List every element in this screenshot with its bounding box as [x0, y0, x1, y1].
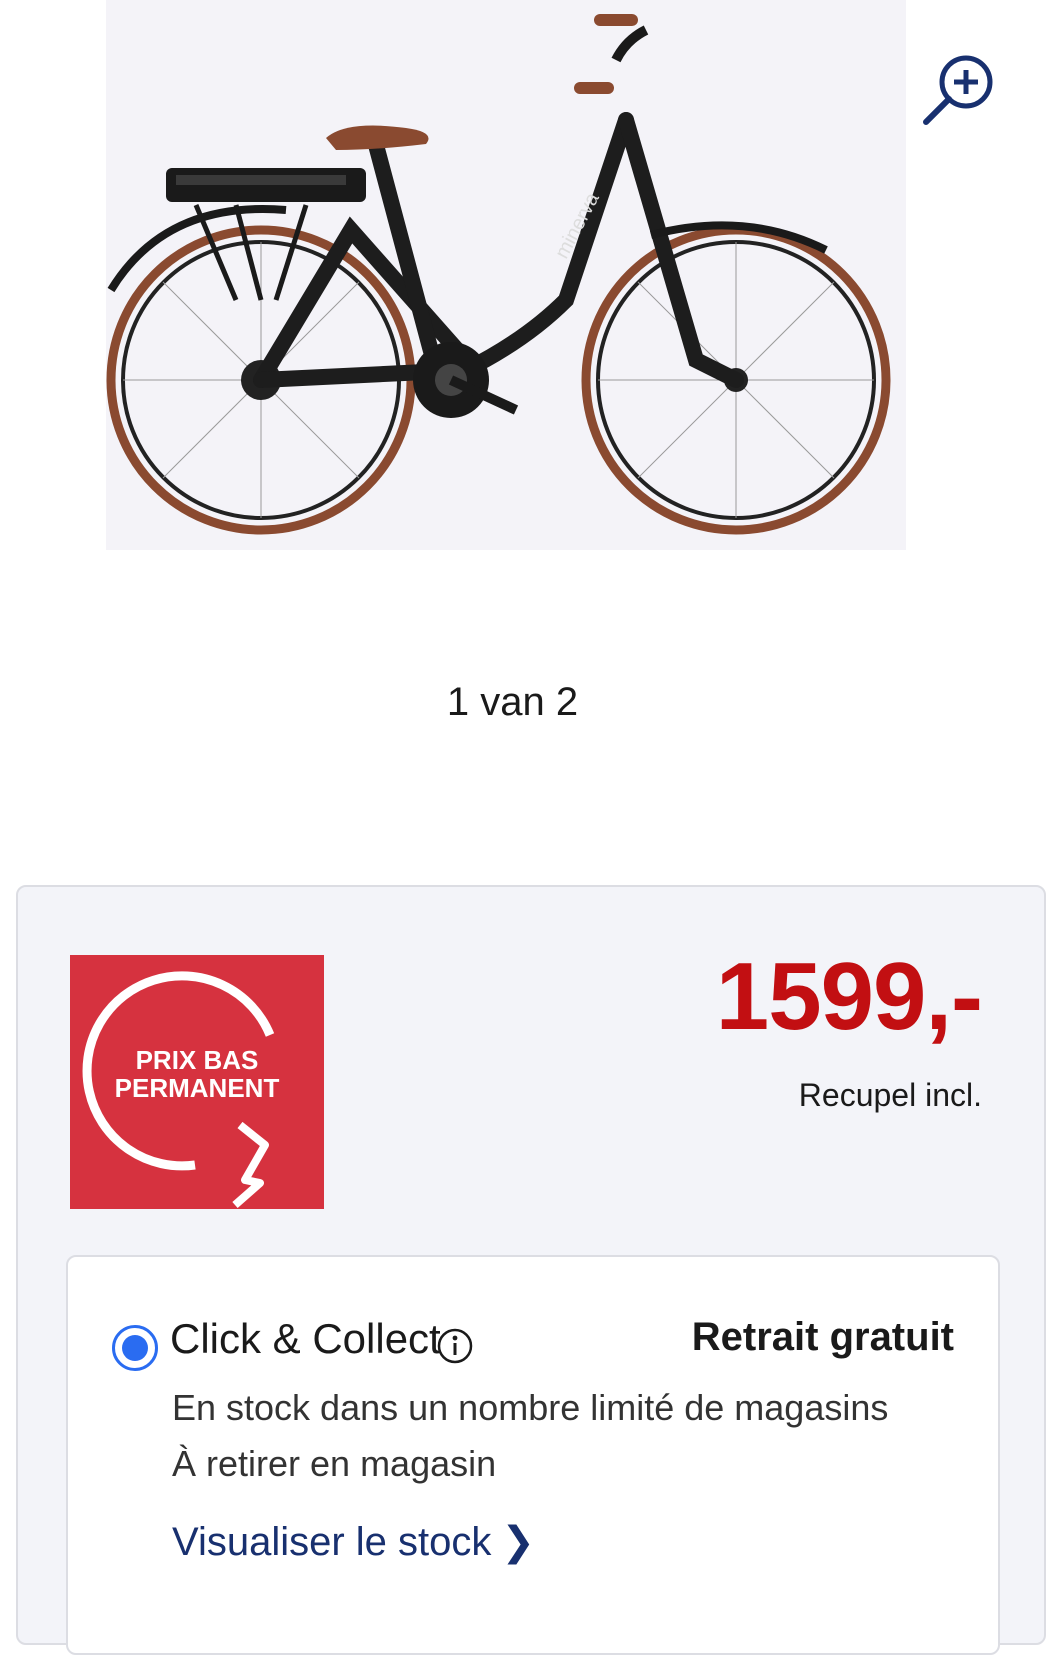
click-collect-radio[interactable] [112, 1325, 158, 1371]
chevron-right-icon: ❯ [501, 1520, 535, 1564]
view-stock-label: Visualiser le stock [172, 1520, 492, 1564]
electric-bike-illustration: minerva [106, 14, 891, 535]
product-image[interactable]: minerva [106, 0, 906, 550]
image-counter: 1 van 2 [446, 680, 579, 724]
prix-bas-permanent-badge: PRIX BAS PERMANENT [70, 955, 324, 1209]
zoom-in-icon[interactable] [920, 50, 998, 128]
delivery-option-card[interactable]: Click & Collect Retrait gratuit En stock… [66, 1255, 1000, 1655]
view-stock-link[interactable]: Visualiser le stock ❯ [172, 1519, 535, 1565]
recupel-note: Recupel incl. [798, 1077, 982, 1113]
pickup-text: À retirer en magasin [172, 1443, 497, 1484]
purchase-panel: PRIX BAS PERMANENT 1599,- Recupel incl. … [16, 885, 1046, 1655]
stock-availability-text: En stock dans un nombre limité de magasi… [172, 1387, 889, 1428]
click-collect-label: Click & Collect [170, 1315, 441, 1362]
retrait-gratuit-label: Retrait gratuit [691, 1315, 954, 1359]
badge-line-1: PRIX BAS [136, 1045, 259, 1075]
badge-line-2: PERMANENT [115, 1073, 280, 1103]
info-icon[interactable] [436, 1327, 474, 1365]
product-gallery: minerva 1 van 2 [0, 0, 1053, 780]
product-price: 1599,- [715, 943, 983, 1050]
